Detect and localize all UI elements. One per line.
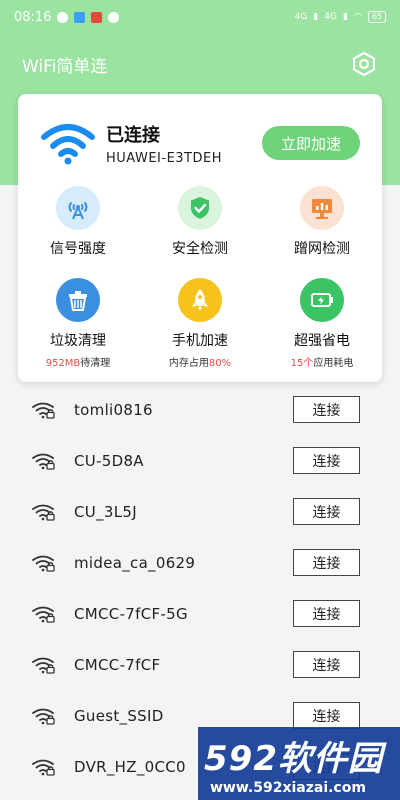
wifi-network-row[interactable]: CMCC-7fCF 连接: [0, 639, 400, 690]
feature-subtext: 内存占用80%: [168, 358, 232, 369]
network-type: 4G: [294, 12, 308, 22]
chat-icon: [108, 11, 120, 23]
connect-button[interactable]: 连接: [293, 498, 360, 525]
feature-power-saving[interactable]: 超强省电 15个应用耗电: [267, 278, 377, 369]
wifi-lock-icon: [32, 708, 55, 725]
wifi-lock-icon: [32, 657, 55, 674]
status-time: 08:16: [14, 9, 52, 25]
status-bar: 08:16 4G ▮ 4G ▮ ◠ 65: [0, 0, 400, 34]
battery-indicator: 65: [367, 11, 386, 23]
app-notification-icon: [91, 11, 103, 23]
watermark-logo: 592软件园 www.592xiazai.com: [198, 727, 400, 800]
connect-button[interactable]: 连接: [293, 600, 360, 627]
feature-freeloader-check[interactable]: 蹭网检测: [267, 186, 377, 258]
wifi-network-row[interactable]: CMCC-7fCF-5G 连接: [0, 588, 400, 639]
wifi-lock-icon: [32, 453, 55, 470]
feature-label: 安全检测: [172, 241, 228, 257]
network-name: Guest_SSID: [74, 706, 164, 725]
wifi-network-row[interactable]: CU-5D8A 连接: [0, 435, 400, 486]
wifi-lock-icon: [32, 402, 55, 419]
feature-label: 信号强度: [50, 241, 106, 257]
settings-icon[interactable]: [350, 50, 378, 78]
connection-row: 已连接 HUAWEI-E3TDEH 立即加速: [40, 120, 360, 166]
network-name: CMCC-7fCF: [74, 655, 161, 674]
feature-phone-boost[interactable]: 手机加速 内存占用80%: [145, 278, 255, 369]
connect-button[interactable]: 连接: [293, 396, 360, 423]
app-title: WiFi简单连: [22, 56, 108, 77]
connect-button[interactable]: 连接: [293, 702, 360, 729]
connect-button[interactable]: 连接: [293, 549, 360, 576]
feature-signal-strength[interactable]: 信号强度: [23, 186, 133, 258]
signal-tower-icon: [56, 186, 100, 230]
app-header: WiFi简单连: [0, 48, 400, 80]
connection-status: 已连接: [106, 124, 160, 146]
connect-button[interactable]: 连接: [293, 651, 360, 678]
feature-label: 超强省电: [294, 333, 350, 349]
wifi-lock-icon: [32, 759, 55, 776]
shield-check-icon: [178, 186, 222, 230]
status-card: 已连接 HUAWEI-E3TDEH 立即加速 信号强度 安全检测 蹭网检测 垃圾…: [18, 94, 382, 382]
feature-security-check[interactable]: 安全检测: [145, 186, 255, 258]
signal-icon: ▮: [313, 12, 319, 22]
app-notification-icon: [74, 11, 86, 23]
wifi-network-row[interactable]: CU_3L5J 连接: [0, 486, 400, 537]
connected-ssid: HUAWEI-E3TDEH: [106, 150, 222, 166]
wifi-lock-icon: [32, 606, 55, 623]
speed-up-button[interactable]: 立即加速: [262, 126, 360, 160]
feature-label: 垃圾清理: [50, 333, 106, 349]
feature-label: 手机加速: [172, 333, 228, 349]
wifi-lock-icon: [32, 504, 55, 521]
wifi-status-icon: ◠: [353, 12, 362, 22]
connect-button[interactable]: 连接: [293, 447, 360, 474]
wifi-network-row[interactable]: midea_ca_0629 连接: [0, 537, 400, 588]
network-name: tomli0816: [74, 400, 153, 419]
network-name: DVR_HZ_0CC0: [74, 757, 186, 776]
network-name: midea_ca_0629: [74, 553, 196, 572]
battery-icon: [300, 278, 344, 322]
feature-junk-cleanup[interactable]: 垃圾清理 952MB待清理: [23, 278, 133, 369]
network-name: CMCC-7fCF-5G: [74, 604, 188, 623]
wifi-lock-icon: [32, 555, 55, 572]
wifi-network-row[interactable]: tomli0816 连接: [0, 384, 400, 435]
network-name: CU-5D8A: [74, 451, 144, 470]
feature-label: 蹭网检测: [294, 241, 350, 257]
network-type: 4G: [324, 12, 337, 22]
feature-subtext: 15个应用耗电: [290, 358, 354, 369]
monitor-icon: [300, 186, 344, 230]
feature-subtext: 952MB待清理: [45, 358, 111, 369]
rocket-icon: [178, 278, 222, 322]
telegram-icon: [57, 11, 69, 23]
signal-icon: ▮: [343, 12, 348, 22]
network-name: CU_3L5J: [74, 502, 137, 521]
trash-icon: [56, 278, 100, 322]
wifi-icon: [41, 124, 95, 165]
